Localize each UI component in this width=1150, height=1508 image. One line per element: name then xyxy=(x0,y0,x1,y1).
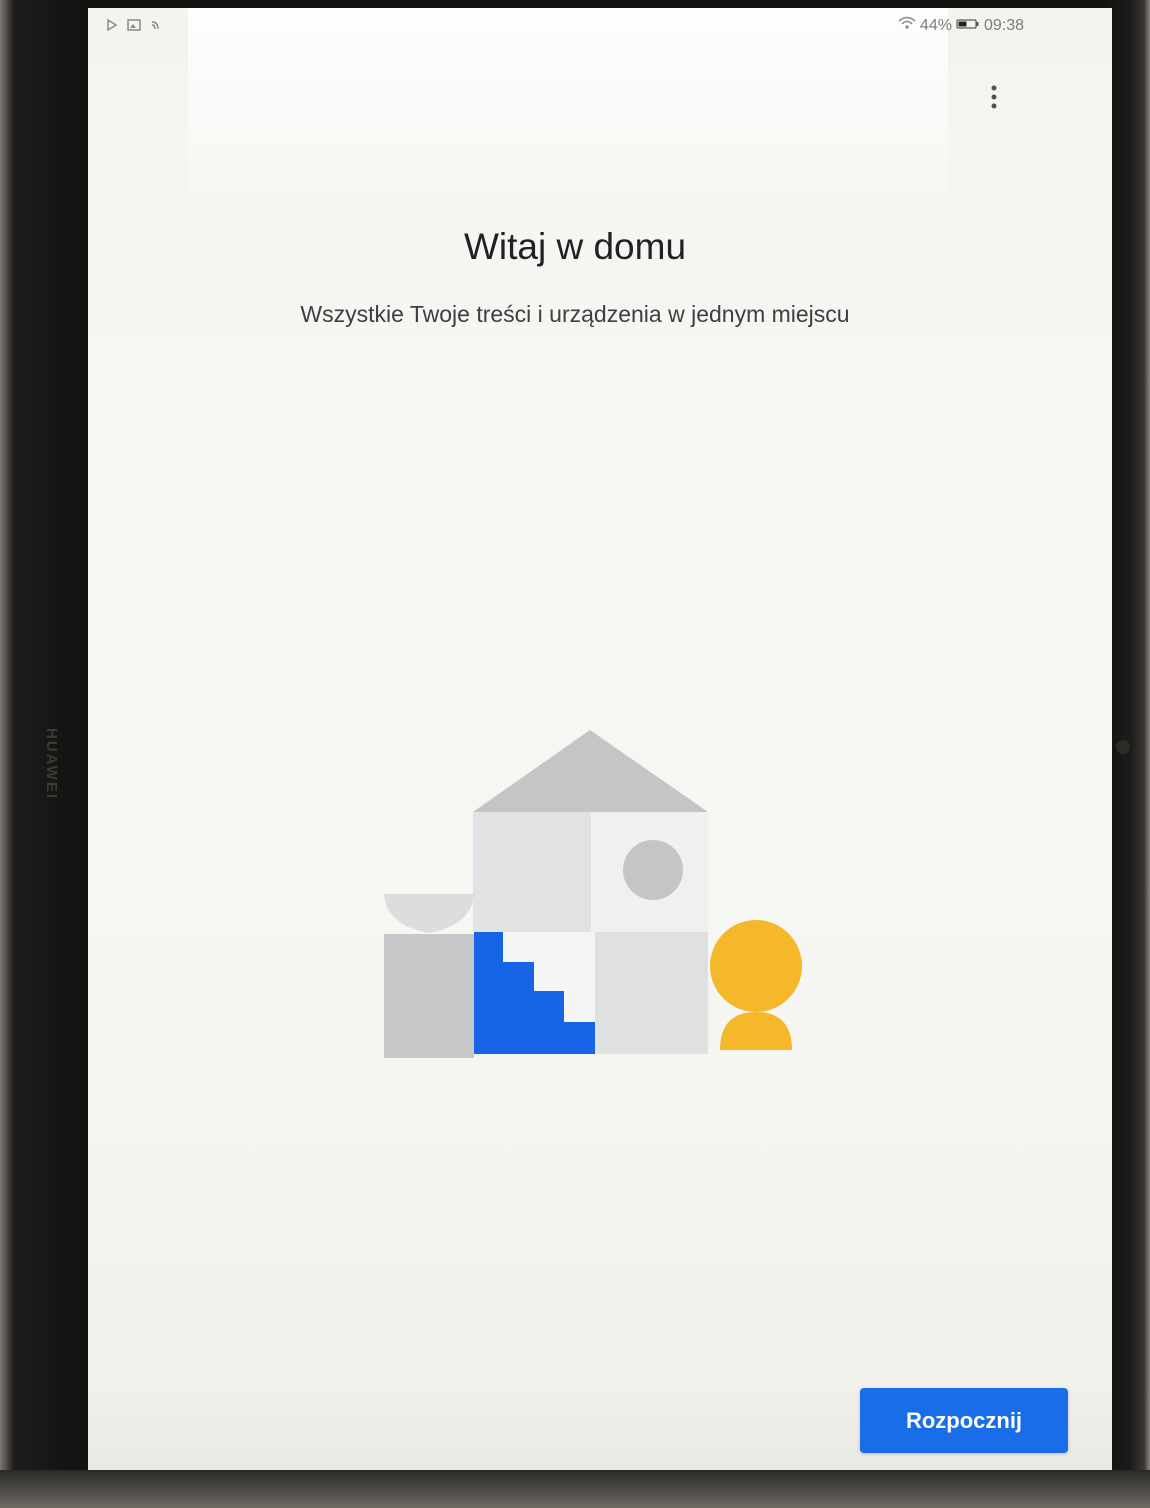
cast-icon xyxy=(150,18,163,36)
yellow-base xyxy=(720,1012,792,1050)
more-vertical-icon xyxy=(990,84,998,115)
battery-percent: 44% xyxy=(919,16,952,34)
house-roof xyxy=(473,730,708,812)
page-title: Witaj w domu xyxy=(463,226,687,267)
status-bar: 44% 09:38 xyxy=(88,8,1112,42)
front-camera xyxy=(1116,740,1130,754)
wifi-icon xyxy=(898,16,916,35)
yellow-ball xyxy=(710,920,802,1012)
page-subtitle: Wszystkie Twoje treści i urządzenia w je… xyxy=(300,301,850,327)
tablet-bottom-edge xyxy=(0,1470,1150,1508)
start-button[interactable]: Rozpocznij xyxy=(860,1388,1068,1453)
home-illustration xyxy=(382,720,812,1065)
more-options-button[interactable] xyxy=(980,76,1008,122)
bowl-shape xyxy=(384,894,474,933)
notification-icons xyxy=(106,18,163,36)
status-time: 09:38 xyxy=(983,16,1024,34)
image-notification-icon xyxy=(127,18,141,36)
battery-icon xyxy=(956,17,980,35)
house-lower-right-block xyxy=(595,932,708,1054)
house-upper-left-block xyxy=(473,812,591,932)
play-store-icon xyxy=(106,18,118,36)
house-window-circle xyxy=(623,840,683,900)
house-lower-left-block xyxy=(384,934,474,1058)
tablet-screen: 44% 09:38 Witaj w domu Wszystkie Twoje t… xyxy=(88,8,1112,1508)
device-brand: HUAWEI xyxy=(43,728,60,800)
tablet-photo: HUAWEI 44% 09:38 Witaj w domu Wszystkie … xyxy=(0,0,1150,1508)
system-status: 44% 09:38 xyxy=(898,16,1024,35)
